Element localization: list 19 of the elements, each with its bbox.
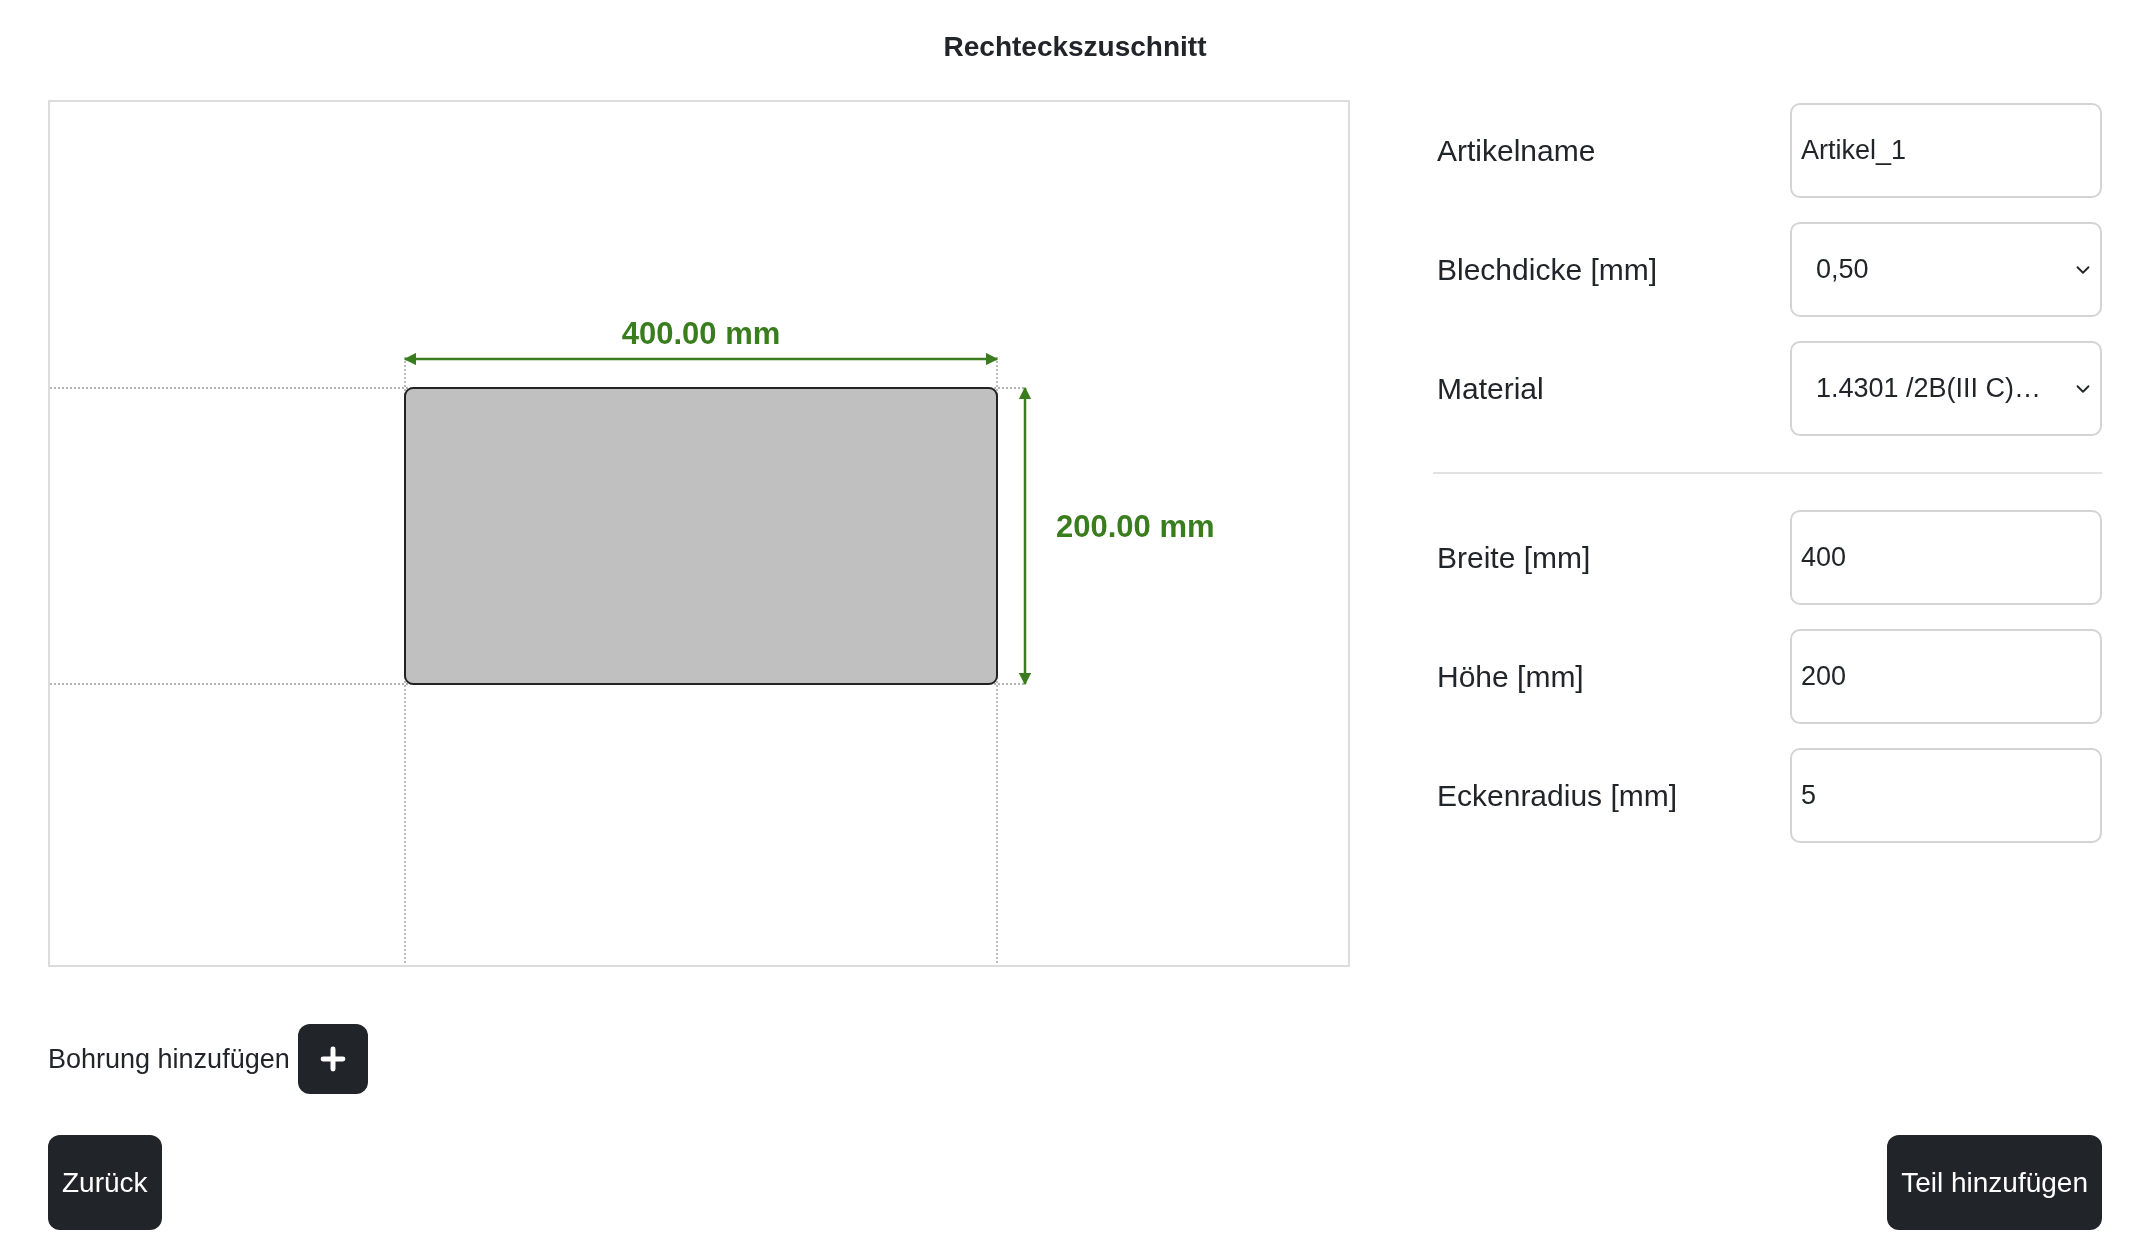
field-label: Artikelname xyxy=(1436,133,1597,169)
dimension-label: 200.00 mm xyxy=(1056,509,1215,544)
add-hole-label: Bohrung hinzufügen xyxy=(48,1042,290,1076)
page-title: Rechteckszuschnitt xyxy=(943,30,1207,64)
select-dropdown[interactable]: 1.4301 /2B(III C)… xyxy=(1790,341,2102,436)
field-label: Material xyxy=(1436,371,1545,407)
text-input-field[interactable]: 5 xyxy=(1790,748,2102,843)
add-hole-button[interactable] xyxy=(297,1024,368,1094)
select-dropdown[interactable]: 0,50 xyxy=(1790,222,2102,317)
text-input-field[interactable]: 200 xyxy=(1790,629,2102,724)
field-label: Eckenradius [mm] xyxy=(1436,778,1679,814)
back-button[interactable]: Zurück xyxy=(48,1135,162,1230)
add-part-button[interactable]: Teil hinzufügen xyxy=(1887,1135,2102,1230)
text-input-field[interactable]: 400 xyxy=(1790,510,2102,605)
text-input-field[interactable]: Artikel_1 xyxy=(1790,103,2102,198)
field-label: Blechdicke [mm] xyxy=(1436,252,1659,288)
dimension-label: 400.00 mm xyxy=(621,316,781,351)
field-label: Höhe [mm] xyxy=(1436,659,1585,695)
field-label: Breite [mm] xyxy=(1436,540,1592,576)
